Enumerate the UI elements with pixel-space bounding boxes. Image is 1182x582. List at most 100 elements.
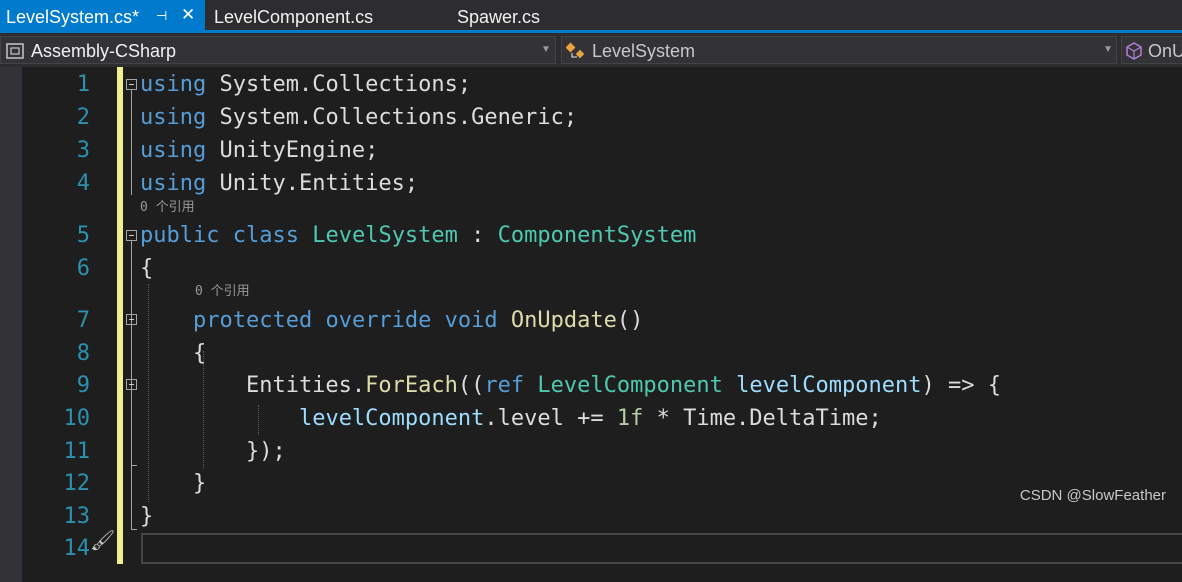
reference-count-hint[interactable]: 0 个引用 <box>140 201 195 215</box>
project-name: Assembly-CSharp <box>31 41 177 61</box>
code-token: OnUpdate <box>510 308 617 333</box>
code-token: System.Collections; <box>206 72 472 97</box>
code-line[interactable]: using System.Collections.Generic; <box>140 105 577 131</box>
chevron-down-icon: ▼ <box>1103 44 1113 55</box>
type-dropdown[interactable]: LevelSystem ▼ <box>561 36 1117 64</box>
line-number: 1 <box>76 72 90 97</box>
code-line[interactable]: using System.Collections; <box>140 72 471 98</box>
code-token: ) => { <box>921 373 1001 398</box>
code-line[interactable]: }); <box>140 439 286 465</box>
tab-levelcomponent[interactable]: LevelComponent.cs <box>205 0 420 30</box>
code-token: ref <box>484 373 525 398</box>
project-icon <box>6 43 24 59</box>
watermark: CSDN @SlowFeather <box>1019 487 1166 504</box>
line-number: 8 <box>76 341 90 366</box>
collapse-icon[interactable] <box>126 230 137 241</box>
unsaved-changes-bar <box>117 67 123 564</box>
current-line-highlight <box>141 533 1182 564</box>
code-line[interactable]: } <box>140 471 206 497</box>
code-token: protected <box>192 308 313 333</box>
class-icon <box>566 42 585 59</box>
code-token: LevelComponent <box>537 373 723 398</box>
code-line[interactable]: { <box>140 341 206 367</box>
code-token: { <box>140 256 154 281</box>
code-token: using <box>140 171 207 196</box>
code-editor[interactable]: 1 2 3 4 5 6 7 8 9 10 11 12 13 14 0 个引用 0 个引用 using Sy… <box>0 67 1182 582</box>
code-token: } <box>140 471 207 496</box>
line-number: 7 <box>76 308 90 333</box>
code-token: }); <box>140 439 286 464</box>
code-line[interactable]: using Unity.Entities; <box>140 171 418 197</box>
member-dropdown[interactable]: OnU <box>1121 36 1182 64</box>
code-line[interactable]: } <box>140 504 153 530</box>
outline-end <box>131 465 137 466</box>
code-token: public <box>140 223 220 248</box>
line-number: 2 <box>76 105 90 130</box>
code-token: System.Collections.Generic; <box>206 105 578 130</box>
code-token: void <box>444 308 498 333</box>
code-token: class <box>232 223 299 248</box>
line-number: 5 <box>76 223 90 248</box>
code-token: override <box>325 308 432 333</box>
collapse-icon[interactable] <box>126 379 137 390</box>
line-number: 9 <box>76 373 90 398</box>
code-token: using <box>140 72 207 97</box>
line-number: 3 <box>76 138 90 163</box>
code-token: ForEach <box>365 373 458 398</box>
code-line[interactable]: levelComponent.level += 1f * Time.DeltaT… <box>140 406 882 432</box>
type-name: LevelSystem <box>592 41 696 61</box>
collapse-icon[interactable] <box>126 314 137 325</box>
tab-label: LevelSystem.cs* <box>6 7 140 27</box>
code-token: Entities. <box>140 373 366 398</box>
tab-spawer[interactable]: Spawer.cs <box>445 0 565 30</box>
chevron-down-icon: ▼ <box>541 44 551 55</box>
code-token: } <box>140 504 154 529</box>
code-token: { <box>140 341 207 366</box>
code-token: ComponentSystem <box>497 223 697 248</box>
tab-label: LevelComponent.cs <box>214 7 374 27</box>
code-token: UnityEngine; <box>206 138 379 163</box>
line-number: 10 <box>63 406 91 431</box>
tab-label: Spawer.cs <box>457 7 541 27</box>
collapse-icon[interactable] <box>126 79 137 90</box>
paintbrush-icon[interactable]: 🖌 <box>90 530 115 552</box>
code-token: using <box>140 138 207 163</box>
code-line[interactable]: protected override void OnUpdate() <box>140 308 643 334</box>
line-number: 14 <box>63 536 91 561</box>
line-number: 13 <box>63 504 91 529</box>
code-token: Unity.Entities; <box>206 171 419 196</box>
code-token: levelComponent <box>298 406 485 431</box>
code-line[interactable]: Entities.ForEach((ref LevelComponent lev… <box>140 373 1001 399</box>
line-number: 11 <box>63 439 91 464</box>
pin-icon[interactable]: ⊣ <box>156 9 167 23</box>
outline-line <box>131 90 132 195</box>
project-dropdown[interactable]: Assembly-CSharp ▼ <box>0 36 556 64</box>
code-token: * Time.DeltaTime; <box>643 406 882 431</box>
tab-levelsystem[interactable]: LevelSystem.cs* ⊣ ✕ <box>0 0 205 30</box>
code-line[interactable]: { <box>140 256 153 282</box>
code-token: (( <box>457 373 485 398</box>
code-token: : <box>457 223 498 248</box>
code-line[interactable]: using UnityEngine; <box>140 138 378 164</box>
line-number: 12 <box>63 471 91 496</box>
close-icon[interactable]: ✕ <box>181 6 195 24</box>
line-number: 4 <box>76 171 90 196</box>
member-name: OnU <box>1148 41 1182 61</box>
line-number: 6 <box>76 256 90 281</box>
glyph-margin <box>0 67 22 582</box>
code-token: using <box>140 105 207 130</box>
reference-count-hint[interactable]: 0 个引用 <box>195 285 250 299</box>
code-token: 1f <box>616 406 644 431</box>
code-line[interactable]: public class LevelSystem : ComponentSyst… <box>140 223 696 249</box>
code-token: levelComponent <box>736 373 922 398</box>
outline-end <box>131 529 137 530</box>
